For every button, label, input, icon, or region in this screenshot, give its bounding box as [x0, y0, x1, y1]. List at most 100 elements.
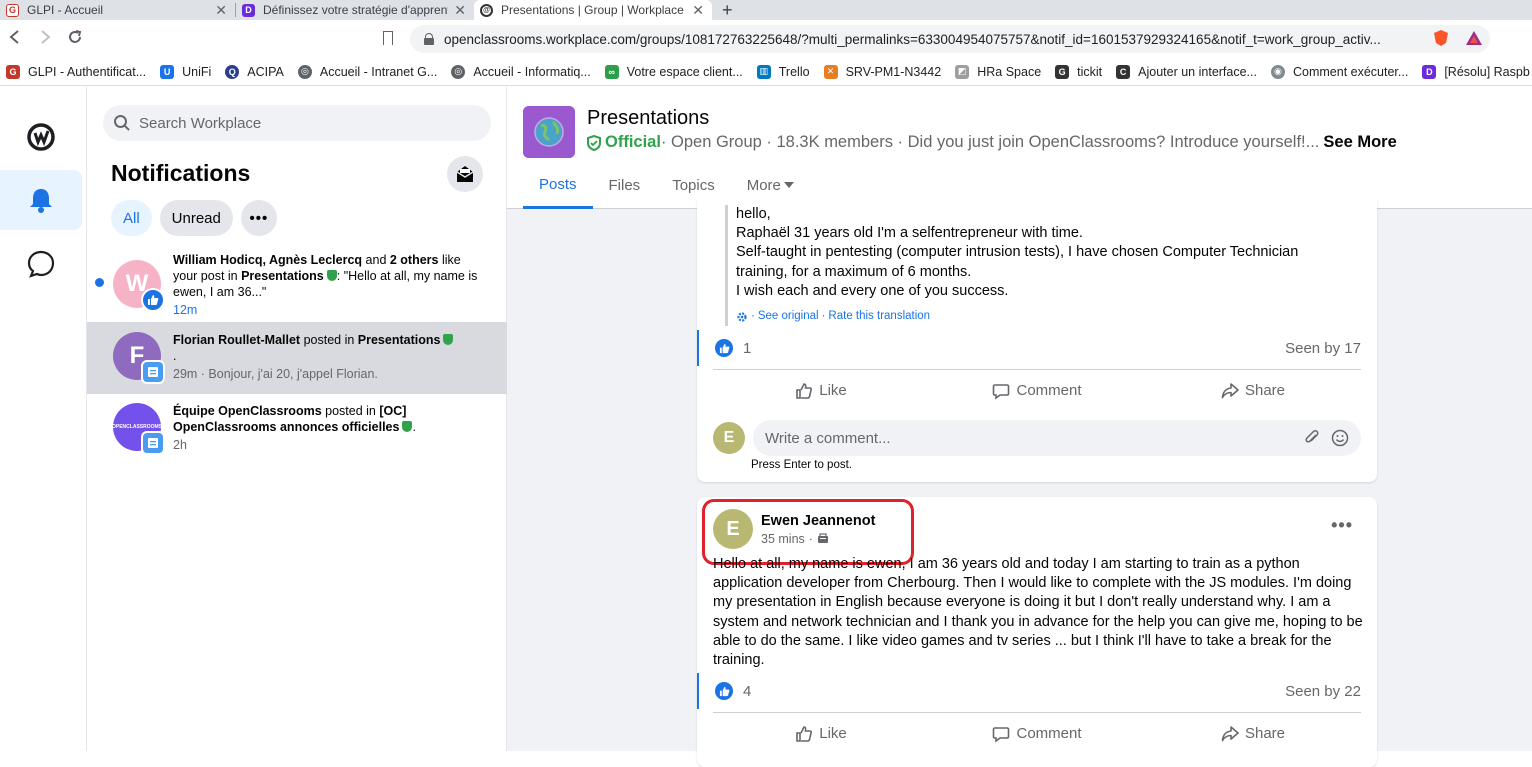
seen-count[interactable]: Seen by 17: [1285, 340, 1361, 357]
tab-posts[interactable]: Posts: [523, 163, 593, 209]
mark-all-read-button[interactable]: [447, 156, 483, 192]
official-shield-icon: [443, 334, 454, 345]
group-cover-image[interactable]: [523, 106, 575, 158]
more-options-button[interactable]: •••: [240, 200, 277, 236]
post-card: hello, Raphaël 31 years old I'm a selfen…: [697, 199, 1377, 482]
avatar: F: [113, 332, 165, 384]
tab-files[interactable]: Files: [593, 163, 657, 207]
trello-icon: ▥: [756, 64, 771, 79]
browser-tab[interactable]: D Définissez votre stratégie d'apprentis…: [236, 0, 474, 20]
post-line: Self-taught in pentesting (computer intr…: [736, 244, 1299, 280]
address-bar[interactable]: openclassrooms.workplace.com/groups/1081…: [410, 25, 1490, 53]
notifications-nav-button[interactable]: [0, 170, 82, 230]
bookmark-item[interactable]: C Ajouter un interface...: [1116, 64, 1257, 79]
bookmark-item[interactable]: Q ACIPA: [225, 64, 284, 79]
rate-translation-link[interactable]: Rate this translation: [828, 307, 930, 326]
official-shield-icon: [326, 270, 337, 281]
bookmark-item[interactable]: ◉ Comment exécuter...: [1270, 64, 1408, 79]
notification-item[interactable]: OPENCLASSROOMS Équipe OpenClassrooms pos…: [87, 403, 507, 463]
avatar: E: [713, 422, 745, 454]
bookmark-label: HRa Space: [977, 64, 1042, 79]
post-card: E Ewen Jeannenot 35 mins · ••• Hello at …: [697, 497, 1377, 767]
like-button[interactable]: Like: [713, 713, 929, 754]
seen-count[interactable]: Seen by 22: [1285, 683, 1361, 700]
tab-close-icon[interactable]: ✕: [454, 2, 466, 19]
notification-time: 29m: [173, 367, 198, 381]
gear-icon[interactable]: [736, 311, 748, 323]
like-reaction-icon: [715, 682, 733, 700]
bookmark-label: Accueil - Intranet G...: [319, 64, 438, 79]
share-button[interactable]: Share: [1145, 370, 1361, 411]
lock-icon: [424, 33, 434, 45]
filter-all[interactable]: All: [111, 200, 152, 236]
search-bar[interactable]: [103, 105, 491, 141]
tab-close-icon[interactable]: ✕: [692, 2, 704, 19]
browser-toolbar: openclassrooms.workplace.com/groups/1081…: [0, 20, 1532, 58]
post-author: E Ewen Jeannenot 35 mins ·: [702, 499, 914, 565]
tab-title: Définissez votre stratégie d'apprentissa…: [263, 3, 448, 17]
reactions-summary[interactable]: 1 Seen by 17: [697, 330, 1377, 366]
bookmark-item[interactable]: ◎ Accueil - Intranet G...: [297, 64, 438, 79]
notification-item-selected[interactable]: F Florian Roullet-Mallet posted in Prese…: [87, 322, 507, 394]
attachment-icon[interactable]: [1303, 429, 1321, 447]
like-button[interactable]: Like: [713, 370, 929, 411]
filter-unread[interactable]: Unread: [159, 200, 233, 236]
share-icon: [1221, 382, 1239, 398]
forward-icon[interactable]: [30, 29, 60, 49]
comment-button[interactable]: Comment: [929, 370, 1145, 411]
globe-icon: [523, 106, 575, 158]
bookmark-item[interactable]: D [Résolu] Raspb: [1422, 64, 1530, 79]
post-actions: Like Comment Share: [713, 369, 1361, 411]
comment-button[interactable]: Comment: [929, 713, 1145, 754]
notification-time: 12m: [173, 303, 198, 317]
back-icon[interactable]: [0, 29, 30, 49]
bookmark-item[interactable]: ◎ Accueil - Informatiq...: [451, 64, 591, 79]
notification-text: Équipe OpenClassrooms posted in [OC] Ope…: [173, 403, 423, 463]
bookmark-item[interactable]: ✕ SRV-PM1-N3442: [823, 64, 941, 79]
tab-title: GLPI - Accueil: [27, 3, 104, 17]
bookmark-favicon-icon: U: [160, 64, 175, 79]
bookmark-item[interactable]: Gtickit: [1055, 64, 1102, 79]
share-button[interactable]: Share: [1145, 713, 1361, 754]
notifications-title: Notifications: [111, 160, 251, 186]
see-more-link[interactable]: See More: [1323, 133, 1396, 152]
bookmark-item[interactable]: G GLPI - Authentificat...: [6, 64, 146, 79]
envelope-open-icon: [456, 166, 474, 182]
group-meta: Official · Open Group · 18.3K members · …: [587, 133, 1397, 152]
emoji-icon[interactable]: [1331, 429, 1349, 447]
reaction-count: 4: [743, 682, 752, 700]
search-input[interactable]: [139, 114, 459, 132]
bookmark-item[interactable]: U UniFi: [160, 64, 211, 79]
bookmark-favicon-icon: D: [1422, 64, 1437, 79]
bookmark-favicon-icon: G: [1055, 64, 1070, 79]
comment-input[interactable]: [765, 429, 1303, 447]
notification-actors: William Hodicq, Agnès Leclercq: [173, 253, 363, 267]
brave-shield-icon[interactable]: [1432, 29, 1450, 47]
bookmark-item[interactable]: ▥ Trello: [756, 64, 810, 79]
bookmark-icon[interactable]: [383, 31, 393, 45]
tab-close-icon[interactable]: ✕: [215, 2, 227, 19]
comment-hint: Press Enter to post.: [751, 459, 852, 471]
post-line: I wish each and every one of you success…: [736, 282, 1009, 299]
chat-nav-button[interactable]: [0, 234, 82, 294]
bookmark-item[interactable]: ∞ Votre espace client...: [604, 64, 743, 79]
browser-tab-active[interactable]: @ Presentations | Group | Workplace ✕: [474, 0, 712, 20]
new-tab-icon[interactable]: +: [712, 0, 743, 20]
avatar: W: [113, 260, 165, 312]
see-original-link[interactable]: See original: [758, 307, 819, 326]
post-options-button[interactable]: •••: [1331, 515, 1353, 536]
brave-rewards-icon[interactable]: [1465, 29, 1483, 47]
comment-box[interactable]: [753, 420, 1361, 456]
group-title[interactable]: Presentations: [587, 107, 709, 130]
thumbs-up-icon: [796, 382, 813, 399]
app-rail: [0, 87, 87, 751]
notification-item[interactable]: W William Hodicq, Agnès Leclercq and 2 o…: [87, 252, 507, 320]
bookmark-item[interactable]: ◩ HRa Space: [955, 64, 1042, 79]
reactions-summary[interactable]: 4 Seen by 22: [697, 673, 1377, 709]
reload-icon[interactable]: [60, 29, 90, 50]
workplace-favicon-icon: @: [480, 3, 493, 17]
glpi-favicon-icon: G: [6, 3, 19, 17]
post-line: Raphaël 31 years old I'm a selfentrepren…: [736, 225, 1083, 242]
workplace-home-button[interactable]: [0, 107, 82, 167]
browser-tab[interactable]: G GLPI - Accueil ✕: [0, 0, 235, 20]
